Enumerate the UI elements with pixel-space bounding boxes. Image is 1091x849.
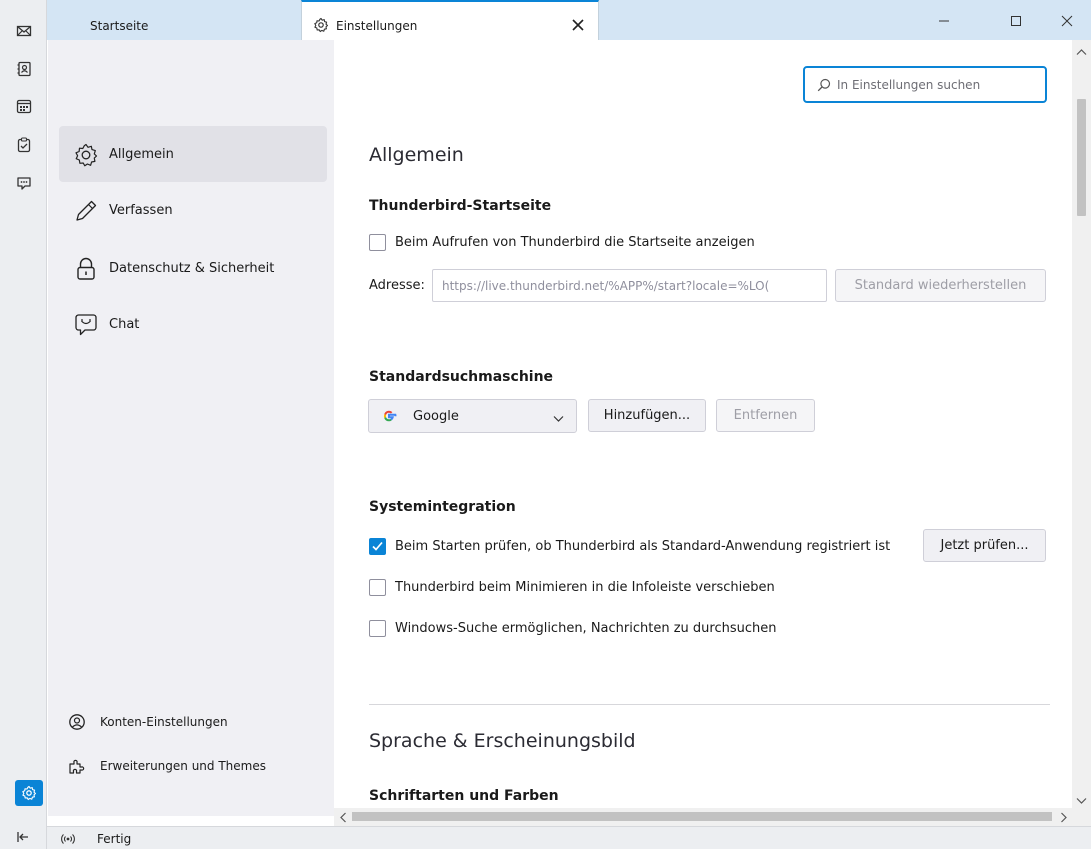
category-verfassen[interactable]: Verfassen (59, 182, 327, 238)
check-default-label: Beim Starten prüfen, ob Thunderbird als … (395, 539, 891, 554)
collapse-icon[interactable] (16, 830, 30, 844)
accounts-settings-label: Konten-Einstellungen (100, 715, 228, 729)
startpage-checkbox[interactable] (369, 234, 386, 251)
fonts-colors-title: Schriftarten und Farben (369, 788, 559, 804)
windows-search-checkbox[interactable] (369, 620, 386, 637)
tab-einstellungen[interactable]: Einstellungen (301, 0, 599, 40)
search-engine-value: Google (413, 409, 459, 424)
page-title: Allgemein (369, 144, 464, 166)
minimize-icon (939, 20, 949, 22)
checkmark-icon (372, 541, 383, 551)
activity-icon (61, 832, 75, 846)
settings-icon (22, 785, 37, 801)
status-bar: Fertig (47, 826, 1091, 849)
scroll-right-icon[interactable] (1060, 812, 1068, 823)
remove-search-engine-button[interactable]: Entfernen (716, 399, 815, 432)
tasks-icon[interactable] (16, 137, 32, 153)
close-tab-icon[interactable] (568, 15, 588, 35)
startpage-checkbox-label: Beim Aufrufen von Thunderbird die Starts… (395, 235, 755, 250)
tab-strip: Startseite Einstellungen (47, 0, 1091, 40)
search-engine-select[interactable]: Google (368, 399, 577, 433)
tab-label: Einstellungen (336, 19, 418, 33)
category-label: Allgemein (109, 147, 174, 162)
tab-startseite[interactable]: Startseite (47, 0, 300, 40)
windows-search-label: Windows-Suche ermöglichen, Nachrichten z… (395, 621, 777, 636)
close-icon (1061, 15, 1073, 27)
vertical-scrollbar[interactable] (1072, 40, 1091, 808)
category-allgemein[interactable]: Allgemein (59, 126, 327, 182)
address-label: Adresse: (369, 278, 425, 293)
gear-icon (73, 142, 99, 168)
close-window-button[interactable] (1044, 8, 1090, 32)
pencil-icon (73, 198, 99, 224)
google-icon (381, 408, 397, 424)
check-default-checkbox[interactable] (369, 538, 386, 555)
gear-icon (313, 17, 329, 33)
minimize-button[interactable] (921, 8, 967, 32)
mail-icon[interactable] (16, 23, 32, 39)
scroll-up-icon[interactable] (1076, 45, 1087, 55)
account-icon (68, 713, 86, 731)
system-integration-title: Systemintegration (369, 499, 516, 515)
maximize-button[interactable] (993, 8, 1039, 32)
chat-icon (73, 312, 99, 338)
horizontal-scrollbar[interactable] (334, 808, 1072, 826)
maximize-icon (1011, 16, 1021, 26)
addons-themes-label: Erweiterungen und Themes (100, 759, 266, 773)
spaces-toolbar (0, 0, 47, 849)
category-label: Datenschutz & Sicherheit (109, 261, 275, 276)
scroll-left-icon[interactable] (339, 812, 347, 823)
category-datenschutz[interactable]: Datenschutz & Sicherheit (59, 240, 327, 296)
horizontal-scroll-thumb[interactable] (352, 812, 1052, 821)
language-appearance-heading: Sprache & Erscheinungsbild (369, 730, 636, 752)
tab-label: Startseite (90, 19, 149, 33)
startpage-url-value: https://live.thunderbird.net/%APP%/start… (442, 279, 770, 293)
scrollbar-corner (1072, 808, 1091, 826)
vertical-scroll-thumb[interactable] (1077, 99, 1086, 216)
startpage-title: Thunderbird-Startseite (369, 198, 552, 214)
category-label: Verfassen (109, 203, 173, 218)
minimize-to-tray-checkbox[interactable] (369, 579, 386, 596)
add-search-engine-button[interactable]: Hinzufügen... (588, 399, 706, 432)
section-divider (369, 704, 1050, 705)
category-chat[interactable]: Chat (59, 296, 327, 352)
status-text: Fertig (97, 832, 132, 846)
preferences-pane: In Einstellungen suchen Allgemein Thunde… (334, 40, 1072, 808)
category-label: Chat (109, 317, 140, 332)
search-placeholder: In Einstellungen suchen (837, 78, 981, 92)
address-book-icon[interactable] (16, 61, 32, 77)
check-now-button[interactable]: Jetzt prüfen... (923, 529, 1046, 562)
startpage-url-input[interactable]: https://live.thunderbird.net/%APP%/start… (432, 269, 827, 302)
lock-icon (73, 256, 99, 282)
puzzle-icon (68, 757, 86, 775)
search-engine-title: Standardsuchmaschine (369, 369, 554, 385)
scroll-down-icon[interactable] (1076, 794, 1087, 804)
categories-sidebar: Allgemein Verfassen Datenschutz & Sicher… (48, 40, 334, 816)
minimize-to-tray-label: Thunderbird beim Minimieren in die Infol… (395, 580, 775, 595)
chat-icon[interactable] (16, 175, 32, 191)
calendar-icon[interactable] (16, 98, 32, 114)
settings-space-button[interactable] (15, 780, 43, 806)
chevron-down-icon (553, 412, 564, 422)
settings-search-input[interactable]: In Einstellungen suchen (803, 66, 1047, 103)
restore-default-button[interactable]: Standard wiederherstellen (835, 269, 1046, 302)
search-icon (817, 78, 831, 92)
